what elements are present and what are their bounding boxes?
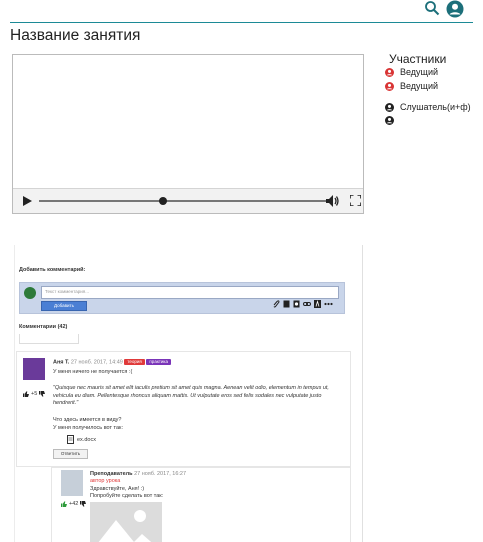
thumb-down-icon[interactable] [80,501,87,507]
comment-date: 27 нояб. 2017, 14:49 [70,359,123,366]
comment-text: У меня получилось вот так: [53,425,123,431]
attachment-name: ex.docx [77,436,96,443]
participant-row[interactable]: Ведущий [385,81,471,92]
comment-text: Что здесь имеется в виду? [53,417,122,423]
comment-quote: "Quisque nec mauris sit amet elit iaculi… [53,385,329,406]
search-icon[interactable] [424,0,440,16]
user-circle-icon[interactable] [446,0,464,18]
avatar [23,358,45,380]
comment-input[interactable]: Текст комментария... [41,286,339,299]
play-icon[interactable] [23,196,32,206]
thumb-down-icon[interactable] [39,391,46,397]
attach-toolbar [273,300,333,308]
lesson-title: Название занятия [10,27,141,44]
tag-badge[interactable]: теория [124,359,145,365]
add-comment-title: Добавить комментарий: [19,267,86,273]
user-icon [385,68,394,77]
comment-text: Попробуйте сделать вот так: [90,493,164,499]
file-icon[interactable] [283,300,290,308]
video-player[interactable] [12,54,364,214]
user-icon [385,103,394,112]
participant-label: Ведущий [400,81,439,91]
thumb-up-icon[interactable] [61,501,67,507]
comment-text: У меня ничего не получается :( [53,369,133,375]
participants-list: Ведущий Ведущий Слушатель(и+ф) [385,67,471,126]
comment-author[interactable]: Аня Т. [53,359,69,365]
reply-button[interactable]: Ответить [53,449,88,459]
participant-label: Слушатель(и+ф) [400,102,471,112]
user-icon [385,82,394,91]
header-divider [10,22,473,23]
thumb-up-icon[interactable] [23,391,29,397]
participants-title: Участники [389,52,447,66]
volume-icon[interactable] [326,195,340,207]
tag-badge[interactable]: практика [146,359,171,365]
image-icon[interactable] [293,300,300,308]
add-comment-box: Текст комментария... Добавить [19,282,345,314]
seek-thumb[interactable] [158,197,167,205]
fullscreen-icon[interactable] [350,195,361,206]
more-icon[interactable] [324,300,333,308]
seek-bar[interactable] [39,200,327,202]
sort-select[interactable] [19,334,79,344]
participant-label: Ведущий [400,67,439,77]
participant-row[interactable]: Слушатель(и+ф) [385,102,471,113]
add-comment-button[interactable]: Добавить [41,301,87,311]
document-icon [67,435,74,444]
participant-row[interactable]: Ведущий [385,67,471,78]
text-format-icon[interactable] [314,300,321,308]
comments-count: Комментарии (42) [19,324,68,330]
attach-icon[interactable] [273,300,280,308]
user-icon [385,116,394,125]
comment-card: Аня Т. 27 нояб. 2017, 14:49 теория практ… [16,351,351,467]
avatar [24,287,36,299]
vote-count: +42 [69,501,79,507]
player-controls [13,188,363,213]
avatar [61,470,83,496]
attachment-file[interactable]: ex.docx [67,435,96,444]
author-role: автор урока [90,478,121,484]
vote-count: +5 [31,391,38,397]
comment-text: Здравствуйте, Аня! :) [90,486,145,492]
link-icon[interactable] [303,300,311,308]
vote-widget: +5 [23,391,46,397]
comments-panel: Добавить комментарий: Текст комментария.… [14,245,363,542]
comment-date: 27 нояб. 2017, 16:27 [134,471,187,477]
image-placeholder-icon[interactable] [90,502,162,542]
participant-row[interactable] [385,115,471,126]
vote-widget: +42 [61,501,87,507]
comment-author[interactable]: Преподаватель [90,471,133,477]
comment-card: Преподаватель 27 нояб. 2017, 16:27 автор… [51,467,351,542]
